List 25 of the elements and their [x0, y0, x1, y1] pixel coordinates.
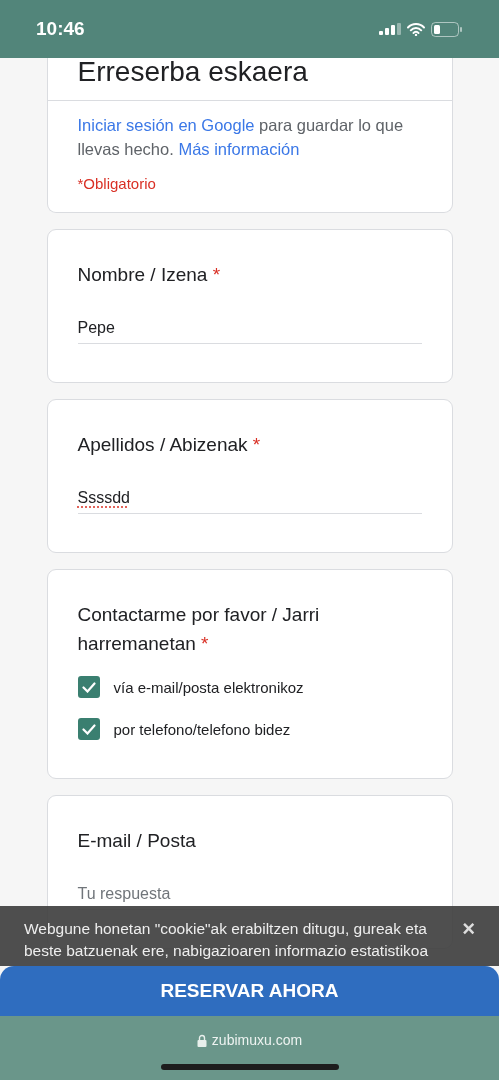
- close-button[interactable]: ×: [462, 918, 475, 940]
- checkbox[interactable]: [77, 676, 100, 698]
- wifi-icon: [407, 22, 425, 36]
- checkbox[interactable]: [77, 718, 100, 740]
- checkbox-label[interactable]: por telefono/telefono bidez: [113, 720, 291, 738]
- answer-field[interactable]: Pepe: [77, 319, 422, 344]
- question-label: E-mail / Posta: [77, 829, 197, 853]
- checkbox-label[interactable]: vía e-mail/posta elektronikoz: [113, 678, 304, 696]
- question-label: Contactarme por favor / Jarri harremanetan *: [77, 603, 321, 656]
- more-info-link[interactable]: Más información: [178, 140, 300, 158]
- question-label: Apellidos / Abizenak *: [77, 433, 262, 457]
- sign-in-notice: Iniciar sesión en Google para guardar lo que llevas hecho. Más información: [77, 115, 405, 160]
- check-icon: [81, 681, 96, 693]
- required-note: *Obligatorio: [77, 175, 157, 192]
- reserve-button[interactable]: RESERVAR AHORA: [0, 966, 499, 1016]
- battery-icon: [431, 21, 463, 37]
- signal-icon: [379, 23, 401, 35]
- sign-in-link[interactable]: Iniciar sesión en Google: [77, 116, 255, 134]
- question-label: Nombre / Izena *: [77, 263, 222, 287]
- clock-time: 10:46: [36, 18, 85, 40]
- check-icon: [81, 723, 96, 735]
- form-title: Erreserba eskaera: [76, 58, 309, 89]
- cookie-notice: Webgune honetan "cookie"ak erabiltzen ditugu, gureak eta beste batzuenak ere, nabigazioaren informazio estatistikoa: [24, 919, 430, 961]
- answer-field[interactable]: Ssssdd: [77, 489, 422, 514]
- lock-icon: [196, 1033, 207, 1047]
